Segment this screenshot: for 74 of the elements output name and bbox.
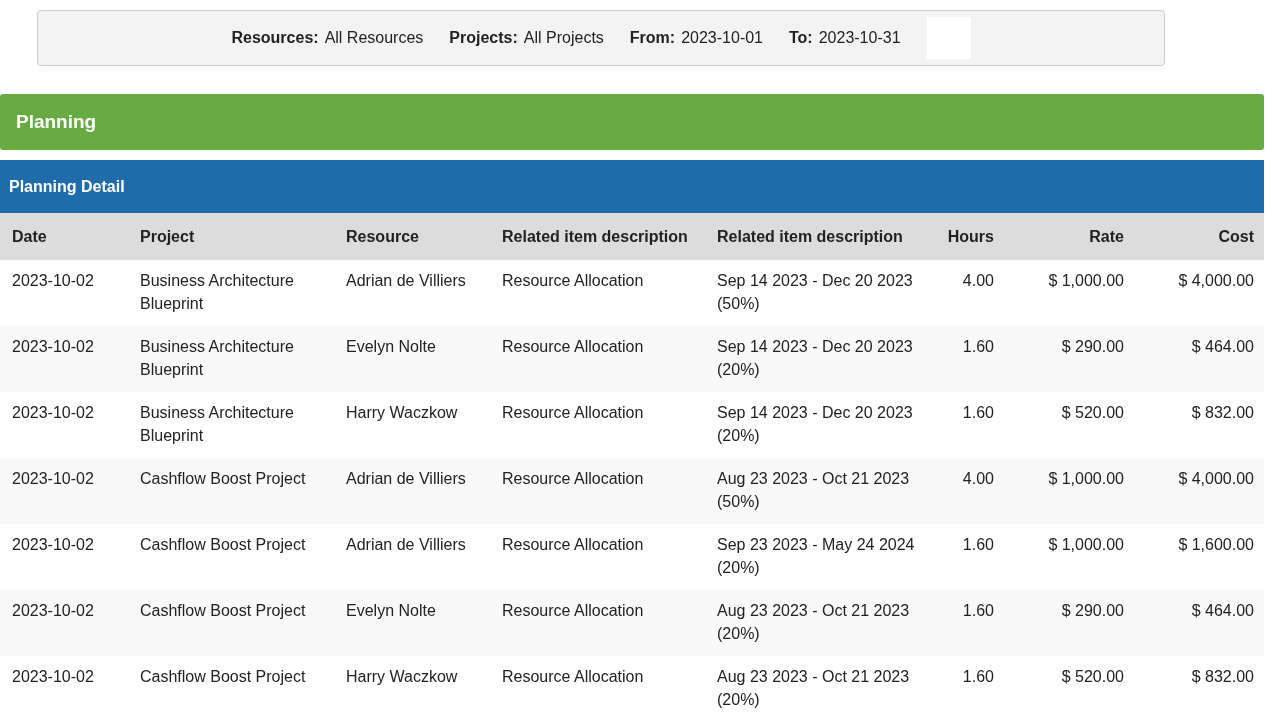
table-cell: Resource Allocation	[492, 326, 707, 392]
table-cell: $ 1,000.00	[1004, 458, 1134, 524]
table-cell: Cashflow Boost Project	[130, 590, 336, 656]
table-cell: $ 4,000.00	[1134, 260, 1264, 326]
table-cell: Business Architecture Blueprint	[130, 392, 336, 458]
table-cell: Adrian de Villiers	[336, 524, 492, 590]
column-header: Cost	[1134, 213, 1264, 260]
table-cell: 4.00	[935, 260, 1004, 326]
table-cell: 2023-10-02	[0, 326, 130, 392]
table-cell: 2023-10-02	[0, 656, 130, 714]
section-title: Planning	[16, 109, 97, 134]
table-cell: $ 1,000.00	[1004, 260, 1134, 326]
table-cell: Business Architecture Blueprint	[130, 260, 336, 326]
filter-value: All Resources	[324, 28, 424, 48]
table-cell: 2023-10-02	[0, 260, 130, 326]
table-cell: Cashflow Boost Project	[130, 524, 336, 590]
filter-label: From:	[629, 28, 676, 48]
table-cell: 2023-10-02	[0, 590, 130, 656]
table-cell: Resource Allocation	[492, 392, 707, 458]
table-cell: $ 464.00	[1134, 326, 1264, 392]
table-cell: 2023-10-02	[0, 524, 130, 590]
column-header: Resource	[336, 213, 492, 260]
table-cell: Aug 23 2023 - Oct 21 2023 (50%)	[707, 458, 935, 524]
table-cell: 2023-10-02	[0, 458, 130, 524]
column-header: Related item description	[492, 213, 707, 260]
table-cell: Resource Allocation	[492, 524, 707, 590]
table-cell: Sep 23 2023 - May 24 2024 (20%)	[707, 524, 935, 590]
table-cell: $ 4,000.00	[1134, 458, 1264, 524]
filter-label: Projects:	[449, 28, 518, 48]
table-cell: Cashflow Boost Project	[130, 458, 336, 524]
table-cell: 1.60	[935, 392, 1004, 458]
table-cell: Aug 23 2023 - Oct 21 2023 (20%)	[707, 590, 935, 656]
table-cell: Resource Allocation	[492, 260, 707, 326]
table-cell: 2023-10-02	[0, 392, 130, 458]
column-header: Rate	[1004, 213, 1134, 260]
column-header: Date	[0, 213, 130, 260]
table-cell: Evelyn Nolte	[336, 590, 492, 656]
table-cell: $ 832.00	[1134, 392, 1264, 458]
table-cell: 1.60	[935, 590, 1004, 656]
table-cell: $ 290.00	[1004, 326, 1134, 392]
filter-value: 2023-10-31	[818, 28, 901, 48]
table-cell: $ 520.00	[1004, 392, 1134, 458]
table-cell: 1.60	[935, 656, 1004, 714]
table-cell: Adrian de Villiers	[336, 260, 492, 326]
column-header: Project	[130, 213, 336, 260]
table-cell: $ 520.00	[1004, 656, 1134, 714]
filter-value: 2023-10-01	[681, 28, 763, 48]
table-cell: Resource Allocation	[492, 656, 707, 714]
table-cell: Sep 14 2023 - Dec 20 2023 (20%)	[707, 326, 935, 392]
table-cell: Sep 14 2023 - Dec 20 2023 (50%)	[707, 260, 935, 326]
table-cell: Harry Waczkow	[336, 392, 492, 458]
table-cell: 4.00	[935, 458, 1004, 524]
table-cell: 1.60	[935, 326, 1004, 392]
table-cell: Evelyn Nolte	[336, 326, 492, 392]
column-header: Related item description	[707, 213, 935, 260]
table-cell: Sep 14 2023 - Dec 20 2023 (20%)	[707, 392, 935, 458]
filter-label: To:	[789, 28, 813, 48]
table-cell: Adrian de Villiers	[336, 458, 492, 524]
table-cell: $ 832.00	[1134, 656, 1264, 714]
table-cell: Resource Allocation	[492, 590, 707, 656]
table-cell: Resource Allocation	[492, 458, 707, 524]
column-header: Hours	[935, 213, 1004, 260]
table-cell: $ 290.00	[1004, 590, 1134, 656]
table-cell: Business Architecture Blueprint	[130, 326, 336, 392]
filter-value: All Projects	[523, 28, 604, 48]
table-cell: Aug 23 2023 - Oct 21 2023 (20%)	[707, 656, 935, 714]
panel-title: Planning Detail	[9, 176, 125, 197]
table-cell: $ 1,000.00	[1004, 524, 1134, 590]
table-cell: 1.60	[935, 524, 1004, 590]
table-cell: Harry Waczkow	[336, 656, 492, 714]
filter-label: Resources:	[231, 28, 319, 48]
table-cell: $ 1,600.00	[1134, 524, 1264, 590]
table-cell: Cashflow Boost Project	[130, 656, 336, 714]
table-cell: $ 464.00	[1134, 590, 1264, 656]
